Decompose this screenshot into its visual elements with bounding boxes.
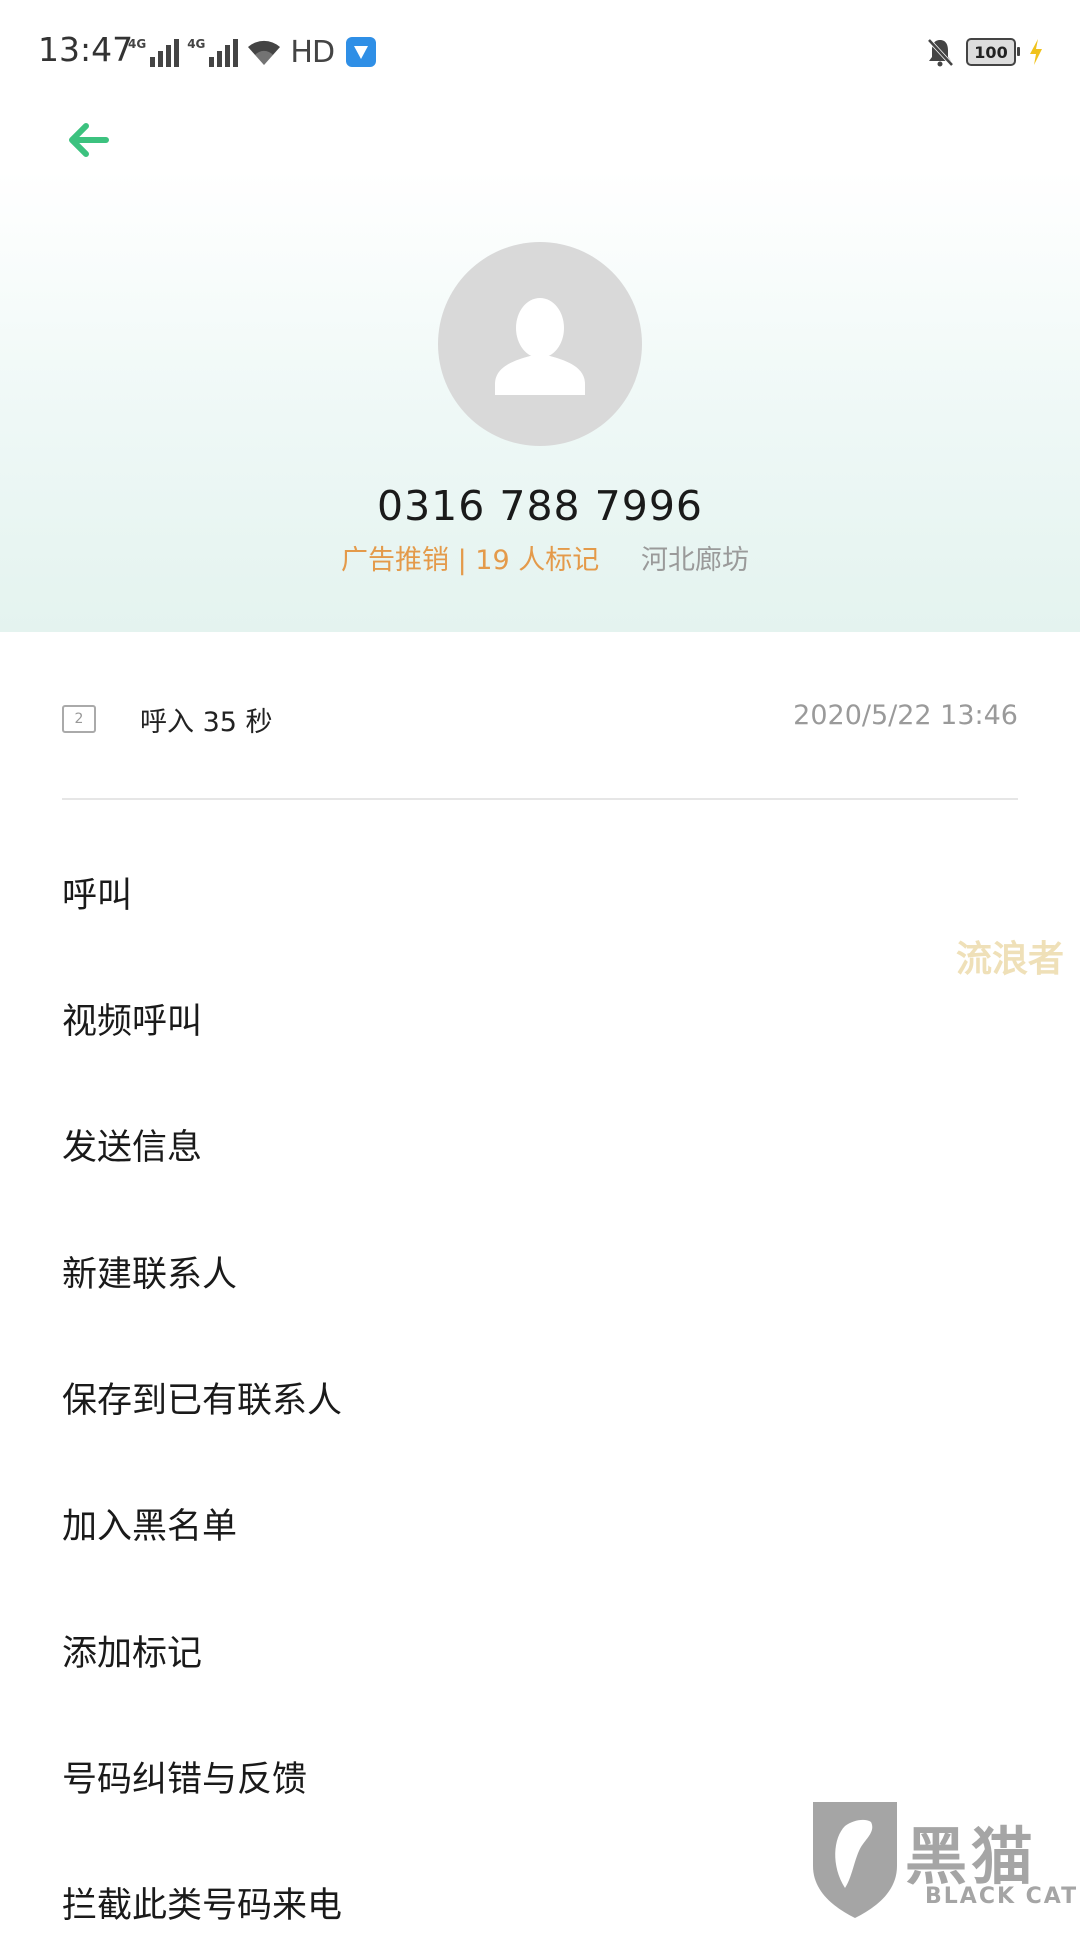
signal-label: 4G <box>128 37 147 51</box>
call-timestamp: 2020/5/22 13:46 <box>793 700 1018 731</box>
signal-label: 4G <box>187 37 206 51</box>
menu-item-save-to-existing-contact[interactable]: 保存到已有联系人 <box>62 1371 342 1431</box>
menu-item-number-correction-feedback[interactable]: 号码纠错与反馈 <box>62 1750 307 1810</box>
battery-icon: 100 <box>966 38 1020 66</box>
app-notification-icon <box>346 37 377 67</box>
menu-item-send-message[interactable]: 发送信息 <box>62 1118 202 1178</box>
number-info: 广告推销 | 19 人标记 河北廊坊 <box>0 538 1080 578</box>
status-icons-right: 100 <box>926 34 1044 70</box>
menu-item-add-to-blacklist[interactable]: 加入黑名单 <box>62 1497 237 1557</box>
sim-card-icon: 2 <box>62 705 96 733</box>
divider <box>62 798 1018 800</box>
sim-label: 2 <box>74 711 84 727</box>
menu-item-add-tag[interactable]: 添加标记 <box>62 1624 202 1684</box>
watermark-logo-en: BLACK CAT <box>925 1884 1079 1909</box>
wifi-icon <box>248 40 281 65</box>
watermark-text: 流浪者 <box>956 939 1065 980</box>
spam-tag: 广告推销 | 19 人标记 <box>341 545 600 576</box>
hd-icon: HD <box>290 34 335 70</box>
cat-shield-icon <box>813 1802 897 1918</box>
number-location: 河北廊坊 <box>641 545 749 576</box>
phone-number: 0316 788 7996 <box>376 482 703 530</box>
status-bar: 13:47 4G 4G HD 100 <box>0 0 1080 100</box>
charging-icon <box>1030 39 1042 65</box>
signal-icon: 4G <box>128 37 180 67</box>
menu-item-video-call[interactable]: 视频呼叫 <box>62 992 202 1052</box>
mute-icon <box>927 38 954 67</box>
menu-item-call[interactable]: 呼叫 <box>62 866 132 926</box>
contact-avatar[interactable] <box>438 242 642 446</box>
black-cat-watermark-logo: 黑猫 BLACK CAT <box>805 1796 1080 1920</box>
status-time: 13:47 <box>38 30 134 69</box>
person-avatar-icon <box>495 298 585 395</box>
back-arrow-icon <box>69 123 109 157</box>
signal-icon: 4G <box>187 37 239 67</box>
back-button[interactable] <box>56 112 120 168</box>
menu-item-new-contact[interactable]: 新建联系人 <box>62 1245 237 1305</box>
call-type-duration: 呼入 35 秒 <box>140 707 273 738</box>
battery-level: 100 <box>974 42 1008 62</box>
call-record: 2 呼入 35 秒 2020/5/22 13:46 <box>0 690 1080 750</box>
watermark-logo-cn: 黑猫 <box>905 1820 1038 1893</box>
status-icons-left: 4G 4G HD <box>128 34 377 70</box>
menu-item-block-similar-numbers[interactable]: 拦截此类号码来电 <box>62 1876 342 1936</box>
